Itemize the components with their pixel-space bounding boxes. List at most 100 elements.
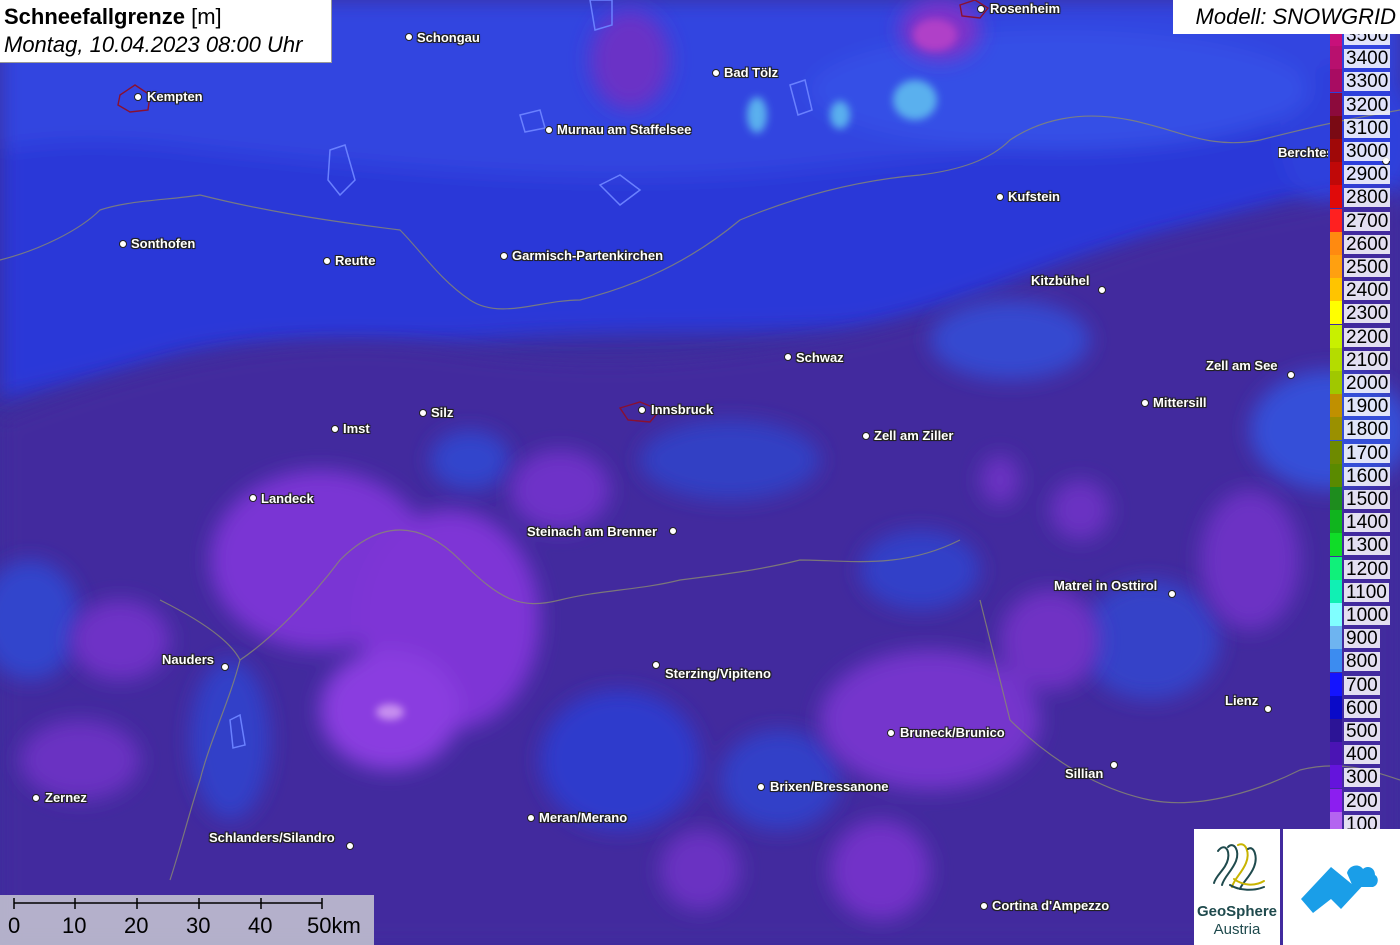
city-marker bbox=[346, 842, 354, 850]
cloud-logo[interactable] bbox=[1283, 829, 1400, 945]
legend-label: 600 bbox=[1344, 697, 1380, 719]
city-label[interactable]: Sonthofen bbox=[131, 237, 195, 251]
city-label[interactable]: Schwaz bbox=[796, 351, 844, 365]
legend-row: 900 bbox=[1328, 626, 1400, 650]
legend-row: 500 bbox=[1328, 719, 1400, 742]
geosphere-logo[interactable]: GeoSphere Austria bbox=[1194, 829, 1280, 945]
legend-row: 600 bbox=[1328, 695, 1400, 719]
city-marker bbox=[221, 663, 229, 671]
legend-row: 3500 bbox=[1328, 34, 1400, 46]
legend-row: 1100 bbox=[1328, 579, 1400, 603]
city-label[interactable]: Garmisch-Partenkirchen bbox=[512, 249, 663, 263]
city-label[interactable]: Reutte bbox=[335, 254, 375, 268]
model-box: Modell: SNOWGRID bbox=[1173, 0, 1400, 34]
legend-swatch bbox=[1330, 603, 1342, 626]
scale-bar: 0 10 20 30 40 50km bbox=[0, 895, 374, 945]
city-label[interactable]: Silz bbox=[431, 406, 453, 420]
scale-label: 0 bbox=[8, 913, 21, 938]
city-label[interactable]: Landeck bbox=[261, 492, 314, 506]
city-label[interactable]: Matrei in Osttirol bbox=[1054, 579, 1157, 593]
city-label[interactable]: Steinach am Brenner bbox=[527, 525, 657, 539]
city-label[interactable]: Murnau am Staffelsee bbox=[557, 123, 691, 137]
legend-label: 3200 bbox=[1344, 94, 1391, 116]
city-label[interactable]: Sterzing/Vipiteno bbox=[665, 667, 771, 681]
legend-swatch bbox=[1330, 162, 1342, 186]
legend-row: 1900 bbox=[1328, 394, 1400, 418]
legend-swatch bbox=[1330, 719, 1342, 742]
city-label[interactable]: Zell am Ziller bbox=[874, 429, 953, 443]
legend-swatch bbox=[1330, 487, 1342, 510]
city-label[interactable]: Imst bbox=[343, 422, 370, 436]
city-marker bbox=[1098, 286, 1106, 294]
scale-label: 10 bbox=[62, 913, 87, 938]
legend-label: 1700 bbox=[1344, 442, 1391, 464]
legend-row: 2900 bbox=[1328, 162, 1400, 186]
city-label[interactable]: Bad Tölz bbox=[724, 66, 778, 80]
legend-swatch bbox=[1330, 626, 1342, 650]
legend-row: 2400 bbox=[1328, 278, 1400, 302]
city-marker bbox=[1168, 590, 1176, 598]
city-label[interactable]: Schongau bbox=[417, 31, 480, 45]
legend-row: 3000 bbox=[1328, 139, 1400, 162]
city-label[interactable]: Berchtesgaden bbox=[1278, 146, 1328, 160]
legend-row: 1000 bbox=[1328, 603, 1400, 626]
city-marker bbox=[638, 406, 646, 414]
city-marker bbox=[669, 527, 677, 535]
legend-label: 2500 bbox=[1344, 257, 1391, 278]
legend-label: 2200 bbox=[1344, 326, 1391, 348]
city-marker bbox=[1110, 761, 1118, 769]
city-label[interactable]: Innsbruck bbox=[651, 403, 713, 417]
legend-swatch bbox=[1330, 371, 1342, 394]
city-marker bbox=[134, 93, 142, 101]
legend-label: 1300 bbox=[1344, 535, 1391, 557]
city-marker bbox=[712, 69, 720, 77]
city-label[interactable]: Lienz bbox=[1225, 694, 1258, 708]
legend-swatch bbox=[1330, 579, 1342, 603]
legend-label: 1100 bbox=[1344, 581, 1389, 603]
city-marker bbox=[32, 794, 40, 802]
legend-label: 500 bbox=[1344, 721, 1380, 742]
city-label[interactable]: Meran/Merano bbox=[539, 811, 627, 825]
city-label[interactable]: Kufstein bbox=[1008, 190, 1060, 204]
city-marker bbox=[119, 240, 127, 248]
city-marker bbox=[980, 902, 988, 910]
legend-label: 2800 bbox=[1344, 187, 1391, 209]
city-marker bbox=[500, 252, 508, 260]
city-marker bbox=[977, 5, 985, 13]
legend-label: 2400 bbox=[1344, 280, 1391, 302]
legend-swatch bbox=[1330, 208, 1342, 232]
city-label[interactable]: Sillian bbox=[1065, 767, 1103, 781]
legend-label: 700 bbox=[1344, 674, 1380, 696]
city-marker bbox=[1141, 399, 1149, 407]
logo-line1: GeoSphere bbox=[1196, 903, 1278, 920]
city-label[interactable]: Rosenheim bbox=[990, 2, 1060, 16]
city-label[interactable]: Zell am See bbox=[1206, 359, 1278, 373]
legend-swatch bbox=[1330, 46, 1342, 70]
city-label[interactable]: Bruneck/Brunico bbox=[900, 726, 1005, 740]
legend-swatch bbox=[1330, 185, 1342, 209]
legend-label: 1200 bbox=[1344, 558, 1391, 580]
legend-row: 1800 bbox=[1328, 417, 1400, 441]
city-label[interactable]: Cortina d'Ampezzo bbox=[992, 899, 1109, 913]
snowline-legend: 3500 3400 3300 3200 3100 3000 2900 2800 2700 2600… bbox=[1328, 34, 1400, 832]
city-label[interactable]: Mittersill bbox=[1153, 396, 1206, 410]
legend-label: 1600 bbox=[1344, 465, 1391, 487]
legend-label: 1900 bbox=[1344, 396, 1391, 418]
city-label[interactable]: Nauders bbox=[162, 653, 214, 667]
city-marker bbox=[996, 193, 1004, 201]
legend-label: 400 bbox=[1344, 744, 1380, 766]
city-label[interactable]: Kempten bbox=[147, 90, 203, 104]
legend-swatch bbox=[1330, 556, 1342, 580]
legend-swatch bbox=[1330, 278, 1342, 302]
legend-swatch bbox=[1330, 742, 1342, 766]
city-marker bbox=[419, 409, 427, 417]
city-label[interactable]: Kitzbühel bbox=[1031, 274, 1090, 288]
city-marker bbox=[331, 425, 339, 433]
city-label[interactable]: Brixen/Bressanone bbox=[770, 780, 889, 794]
legend-row: 3200 bbox=[1328, 92, 1400, 116]
city-label[interactable]: Zernez bbox=[45, 791, 87, 805]
legend-row: 2200 bbox=[1328, 324, 1400, 348]
city-label[interactable]: Schlanders/Silandro bbox=[209, 831, 335, 845]
legend-row: 200 bbox=[1328, 788, 1400, 812]
legend-row: 400 bbox=[1328, 742, 1400, 766]
